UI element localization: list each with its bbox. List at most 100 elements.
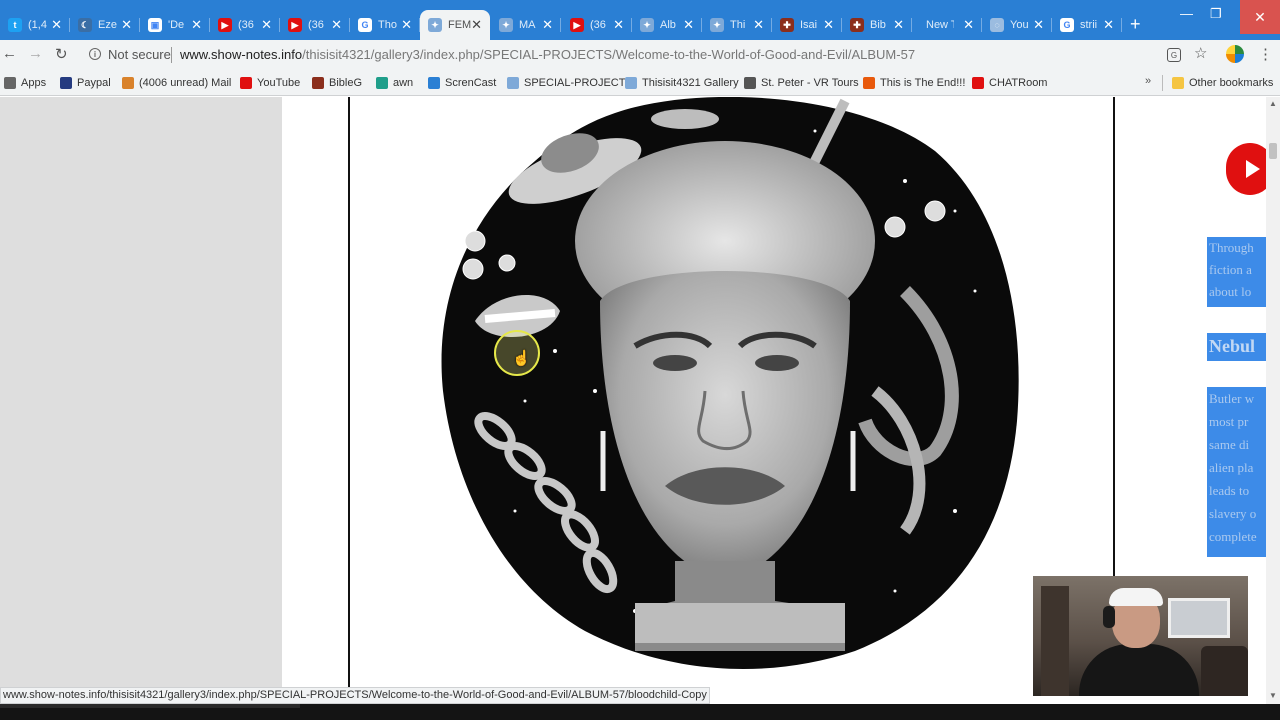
tab-close-icon[interactable]: ✕: [823, 17, 834, 33]
bookmark-5[interactable]: awn: [376, 75, 413, 91]
bookmark-6[interactable]: ScrenCast: [428, 75, 496, 91]
tab-separator: [1121, 18, 1122, 32]
browser-window: t (1,4 ✕ ☾ Eze ✕ ▣ 'De ✕ ▶ (36 ✕ ▶ (36 ✕ G Tho ✕ ✦ FEM ✕ ✦ MA ✕…: [0, 0, 1280, 720]
side-text-line: most pr: [1209, 414, 1249, 429]
tab-1[interactable]: ☾ Eze ✕: [70, 10, 140, 40]
collar-band: [635, 603, 845, 643]
menu-icon[interactable]: ⋮: [1258, 45, 1273, 63]
bookmark-10[interactable]: This is The End!!!: [863, 75, 965, 91]
tab-12[interactable]: ✚ Bib ✕: [842, 10, 912, 40]
tab-4[interactable]: ▶ (36 ✕: [280, 10, 350, 40]
webcam-overlay: [1033, 576, 1248, 696]
screencast-icon: [428, 77, 440, 89]
side-text-line: same di: [1209, 437, 1250, 452]
tab-close-icon[interactable]: ✕: [613, 17, 624, 33]
tab-close-icon[interactable]: ✕: [683, 17, 694, 33]
tab-13[interactable]: New Ta ✕: [912, 10, 982, 40]
youtube-icon: ▶: [288, 18, 302, 32]
forward-button[interactable]: →: [28, 45, 43, 62]
youtube-play-button[interactable]: [1226, 143, 1266, 195]
tab-close-icon[interactable]: ✕: [331, 17, 342, 33]
webcam-person-cap: [1109, 588, 1163, 606]
star-icon[interactable]: ☆: [1194, 44, 1207, 62]
scroll-up-icon[interactable]: ▲: [1269, 99, 1277, 108]
tab-10[interactable]: ✦ Thi ✕: [702, 10, 772, 40]
tab-strip: t (1,4 ✕ ☾ Eze ✕ ▣ 'De ✕ ▶ (36 ✕ ▶ (36 ✕ G Tho ✕ ✦ FEM ✕ ✦ MA ✕…: [0, 0, 1280, 40]
reload-button[interactable]: ↻: [55, 45, 68, 63]
tab-separator: [560, 18, 561, 32]
google-icon: G: [358, 18, 372, 32]
bookmark-3[interactable]: YouTube: [240, 75, 300, 91]
info-icon[interactable]: i: [89, 48, 101, 60]
artwork-image[interactable]: [435, 97, 1025, 673]
loading-icon: ◌: [990, 18, 1004, 32]
bookmark-2[interactable]: (4006 unread) Mail: [122, 75, 231, 91]
bookmark-8[interactable]: Thisisit4321 Gallery: [625, 75, 739, 91]
tab-0[interactable]: t (1,4 ✕: [0, 10, 70, 40]
bookmark-11[interactable]: CHATRoom: [972, 75, 1047, 91]
back-button[interactable]: ←: [2, 45, 17, 62]
bible-icon: ✚: [780, 18, 794, 32]
scroll-thumb[interactable]: [1269, 143, 1277, 159]
twitter-bird-icon: t: [8, 18, 22, 32]
address-bar[interactable]: www.show-notes.info/thisisit4321/gallery…: [180, 47, 915, 62]
gallery-icon: [507, 77, 519, 89]
bookmark-7[interactable]: SPECIAL-PROJECTS: [507, 75, 633, 91]
bookmark-label: CHATRoom: [989, 77, 1048, 89]
webcam-room-door: [1041, 586, 1069, 696]
bookmark-4[interactable]: BibleG: [312, 75, 362, 91]
image-frame: [348, 97, 1115, 687]
tab-close-icon[interactable]: ✕: [753, 17, 764, 33]
bookmark-9[interactable]: St. Peter - VR Tours: [744, 75, 859, 91]
tab-close-icon[interactable]: ✕: [261, 17, 272, 33]
side-text-box-0: Through fiction a about lo: [1207, 237, 1266, 307]
taskbar-strip: [0, 704, 1280, 720]
ufo-small: [651, 109, 719, 129]
new-tab-button[interactable]: +: [1130, 14, 1141, 34]
tab-close-icon[interactable]: ✕: [191, 17, 202, 33]
youtube-icon: ▶: [218, 18, 232, 32]
tab-7[interactable]: ✦ MA ✕: [491, 10, 561, 40]
tab-2[interactable]: ▣ 'De ✕: [140, 10, 210, 40]
bookmark-1[interactable]: Paypal: [60, 75, 111, 91]
security-indicator[interactable]: Not secure: [108, 47, 171, 62]
tab-close-icon[interactable]: ✕: [963, 17, 974, 33]
bookmark-0[interactable]: Apps: [4, 75, 46, 91]
bookmark-label: BibleG: [329, 77, 363, 89]
tab-5[interactable]: G Tho ✕: [350, 10, 420, 40]
webcam-room-window: [1168, 598, 1230, 638]
tab-close-icon[interactable]: ✕: [893, 17, 904, 33]
tab-15[interactable]: Gstrii ✕: [1052, 10, 1122, 40]
url-host: www.show-notes.info: [180, 47, 303, 62]
tab-9[interactable]: ✦ Alb ✕: [632, 10, 702, 40]
bookmark-label: (4006 unread) Mail: [139, 77, 232, 89]
other-bookmarks-folder[interactable]: Other bookmarks: [1172, 75, 1273, 91]
camera-icon: [863, 77, 875, 89]
webcam-chair: [1201, 646, 1248, 696]
tab-close-icon[interactable]: ✕: [1033, 17, 1044, 33]
tab-14[interactable]: ◌ You ✕: [982, 10, 1052, 40]
close-window-icon[interactable]: ✕: [1240, 0, 1280, 34]
tab-close-icon[interactable]: ✕: [51, 17, 62, 33]
bookmarks-divider: [1162, 75, 1163, 91]
maximize-icon[interactable]: ❐: [1210, 6, 1222, 22]
tab-6[interactable]: ✦ FEM ✕: [420, 10, 490, 40]
minimize-icon[interactable]: —: [1180, 6, 1193, 21]
tab-close-icon[interactable]: ✕: [1103, 17, 1114, 33]
tab-close-icon[interactable]: ✕: [471, 17, 482, 33]
bookmarks-more-icon[interactable]: »: [1145, 75, 1151, 87]
left-panel: [0, 97, 282, 687]
tab-close-icon[interactable]: ✕: [401, 17, 412, 33]
side-text-line: Nebul: [1209, 336, 1256, 356]
tab-close-icon[interactable]: ✕: [542, 17, 553, 33]
side-text-box-2: Butler w most pr same di alien pla leads to s…: [1207, 387, 1266, 557]
tab-11[interactable]: ✚ Isai ✕: [772, 10, 842, 40]
tab-8[interactable]: ▶ (36 ✕: [562, 10, 632, 40]
page-scrollbar[interactable]: ▲ ▼: [1266, 97, 1280, 707]
profile-avatar-icon[interactable]: [1226, 45, 1244, 63]
bookmark-label: Apps: [21, 77, 47, 89]
translate-icon[interactable]: G: [1167, 48, 1181, 62]
tab-3[interactable]: ▶ (36 ✕: [210, 10, 280, 40]
tab-close-icon[interactable]: ✕: [121, 17, 132, 33]
scroll-down-icon[interactable]: ▼: [1269, 691, 1277, 700]
